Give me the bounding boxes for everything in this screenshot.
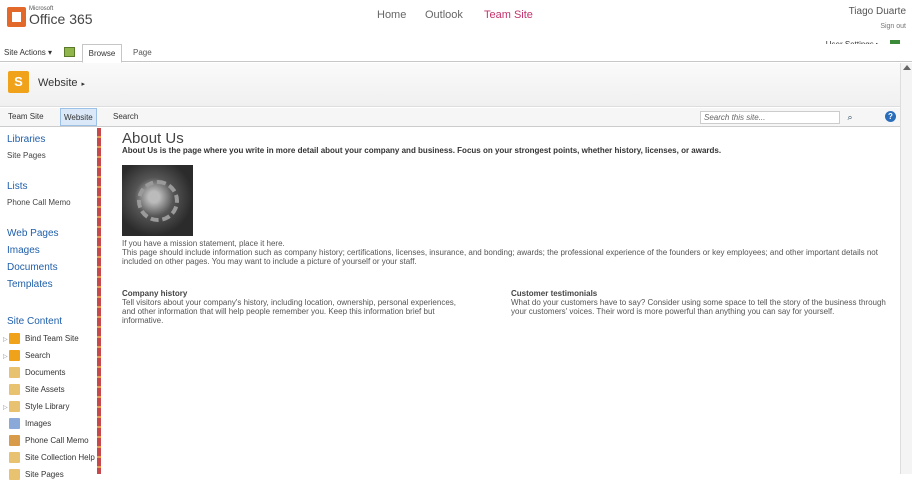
ribbon-bar: Site Actions ▾ Browse Page	[0, 44, 912, 63]
search-icon[interactable]: ⌕	[844, 111, 856, 124]
company-history-heading: Company history	[122, 289, 188, 298]
nav-lists-heading[interactable]: Lists	[7, 181, 28, 192]
nav-site-content-heading[interactable]: Site Content	[7, 316, 62, 327]
tree-item-site-collection-help[interactable]: Site Collection Help	[3, 451, 95, 464]
company-history-section: Company history Tell visitors about your…	[122, 289, 462, 325]
search-input[interactable]: Search this site...	[700, 111, 840, 124]
nav-item-templates[interactable]: Templates	[7, 279, 53, 290]
nav-item-images[interactable]: Images	[7, 245, 40, 256]
mission-line-1: If you have a mission statement, place i…	[122, 239, 285, 248]
customer-testimonials-heading: Customer testimonials	[511, 289, 598, 298]
scroll-up-icon[interactable]	[903, 65, 911, 70]
help-icon[interactable]: ?	[885, 111, 896, 122]
suite-nav-outlook[interactable]: Outlook	[425, 9, 463, 21]
customer-testimonials-section: Customer testimonials What do your custo…	[511, 289, 891, 316]
title-area: S Website ▸	[0, 63, 912, 107]
gear-graphic	[137, 180, 179, 222]
site-title-arrow-icon: ▸	[81, 81, 86, 88]
tree-item-phone-call-memo[interactable]: Phone Call Memo	[3, 434, 89, 447]
vertical-scrollbar[interactable]	[900, 63, 912, 474]
nav-item-site-pages[interactable]: Site Pages	[7, 151, 46, 160]
tree-item-style-library[interactable]: ▷ Style Library	[3, 400, 69, 413]
tree-item-bind-team-site[interactable]: ▷ Bind Team Site	[3, 332, 79, 345]
library-icon	[9, 452, 20, 464]
customer-testimonials-text: What do your customers have to say? Cons…	[511, 298, 886, 316]
tree-item-site-assets[interactable]: Site Assets	[3, 383, 65, 396]
library-icon	[9, 469, 20, 481]
tree-item-images[interactable]: Images	[3, 417, 51, 430]
top-nav-search[interactable]: Search	[110, 108, 141, 126]
nav-item-phone-call-memo[interactable]: Phone Call Memo	[7, 198, 71, 207]
tab-browse[interactable]: Browse	[82, 44, 122, 63]
top-nav-team-site[interactable]: Team Site	[5, 108, 47, 126]
tree-item-search[interactable]: ▷ Search	[3, 349, 50, 362]
top-nav-website[interactable]: Website	[60, 108, 97, 126]
site-icon	[9, 333, 20, 345]
sign-out-link[interactable]: Sign out	[880, 23, 906, 30]
nav-separator	[97, 128, 101, 474]
nav-libraries-heading[interactable]: Libraries	[7, 134, 45, 145]
office365-logo[interactable]: Microsoft Office 365	[7, 6, 95, 28]
site-icon	[9, 350, 20, 362]
page-intro: About Us is the page where you write in …	[122, 146, 722, 155]
list-icon	[9, 435, 20, 447]
logo-text: Office 365	[29, 11, 93, 27]
nav-web-pages-heading[interactable]: Web Pages	[7, 228, 59, 239]
company-history-text: Tell visitors about your company's histo…	[122, 298, 456, 325]
suite-bar: Microsoft Office 365 Home Outlook Team S…	[0, 0, 912, 38]
picture-library-icon	[9, 418, 20, 430]
library-icon	[9, 367, 20, 379]
edit-page-icon[interactable]	[64, 47, 75, 57]
office-logo-icon	[7, 7, 26, 27]
tree-item-documents[interactable]: Documents	[3, 366, 65, 379]
mission-line-2: This page should include information suc…	[122, 248, 878, 266]
library-icon	[9, 384, 20, 396]
library-icon	[9, 401, 20, 413]
suite-nav-home[interactable]: Home	[377, 9, 406, 21]
quick-launch: Libraries Site Pages Lists Phone Call Me…	[0, 128, 101, 481]
nav-item-documents[interactable]: Documents	[7, 262, 58, 273]
tree-item-site-pages[interactable]: Site Pages	[3, 468, 64, 481]
site-title-text: Website	[38, 77, 78, 89]
site-actions-menu[interactable]: Site Actions ▾	[4, 48, 52, 57]
page-title: About Us	[122, 130, 184, 147]
tab-page[interactable]: Page	[133, 48, 152, 57]
site-logo-icon[interactable]: S	[8, 71, 29, 93]
team-photo	[122, 165, 193, 236]
site-title[interactable]: Website ▸	[38, 77, 85, 89]
mission-text: If you have a mission statement, place i…	[122, 239, 892, 266]
suite-nav-team-site[interactable]: Team Site	[484, 9, 533, 21]
user-name[interactable]: Tiago Duarte	[849, 6, 906, 17]
